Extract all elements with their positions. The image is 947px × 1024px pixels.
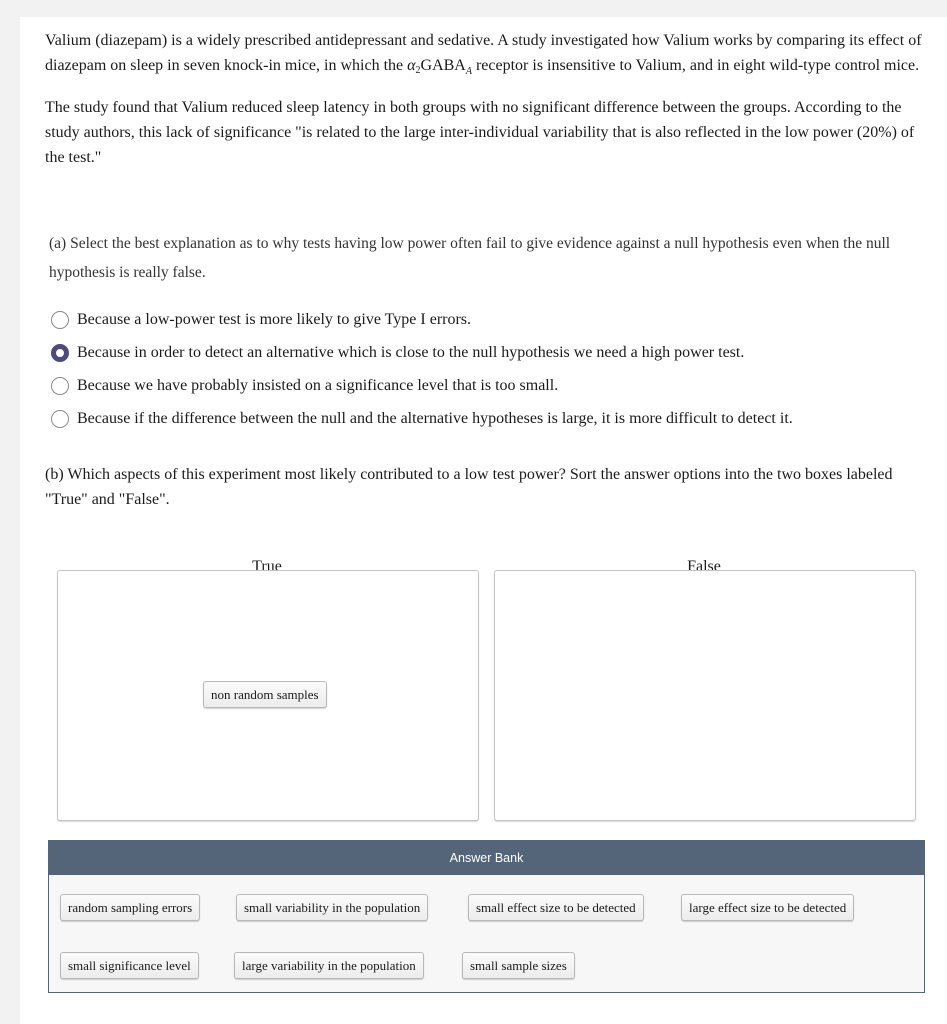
- gaba-text: GABA: [420, 57, 466, 74]
- answer-bank-header: Answer Bank: [49, 841, 924, 875]
- option-2[interactable]: Because in order to detect an alternativ…: [51, 336, 931, 369]
- answer-chip-large-effect-size[interactable]: large effect size to be detected: [681, 894, 855, 921]
- radio-button[interactable]: [51, 343, 69, 362]
- answer-chip-small-significance-level[interactable]: small significance level: [60, 952, 199, 979]
- option-3[interactable]: Because we have probably insisted on a s…: [51, 369, 931, 402]
- option-label: Because a low-power test is more likely …: [77, 310, 472, 328]
- radio-button[interactable]: [51, 310, 69, 329]
- part-a-options: Because a low-power test is more likely …: [51, 303, 931, 435]
- intro-paragraph-2: The study found that Valium reduced slee…: [45, 99, 915, 166]
- answer-chip-large-variability[interactable]: large variability in the population: [234, 952, 424, 979]
- radio-button[interactable]: [51, 409, 69, 428]
- answer-chip-non-random-samples[interactable]: non random samples: [203, 681, 327, 708]
- part-a-question: (a) Select the best explanation as to wh…: [49, 235, 891, 281]
- question-page: Valium (diazepam) is a widely prescribed…: [20, 17, 947, 1024]
- alpha-symbol: α: [407, 57, 416, 74]
- false-drop-zone[interactable]: [494, 570, 916, 821]
- intro-text-end: receptor is insensitive to Valium, and i…: [471, 57, 920, 74]
- answer-chip-small-variability[interactable]: small variability in the population: [236, 894, 429, 921]
- option-4[interactable]: Because if the difference between the nu…: [51, 402, 931, 435]
- option-label: Because in order to detect an alternativ…: [77, 343, 745, 361]
- answer-chip-small-effect-size[interactable]: small effect size to be detected: [468, 894, 644, 921]
- true-drop-zone[interactable]: non random samples: [57, 570, 479, 821]
- option-label: Because we have probably insisted on a s…: [77, 376, 559, 394]
- radio-button[interactable]: [51, 376, 69, 395]
- part-b-question: (b) Which aspects of this experiment mos…: [45, 466, 893, 508]
- option-label: Because if the difference between the nu…: [77, 409, 793, 427]
- answer-chip-random-sampling-errors[interactable]: random sampling errors: [60, 894, 201, 921]
- option-1[interactable]: Because a low-power test is more likely …: [51, 303, 931, 336]
- intro-paragraph-1: Valium (diazepam) is a widely prescribed…: [45, 28, 935, 84]
- answer-chip-small-sample-sizes[interactable]: small sample sizes: [462, 952, 575, 979]
- answer-bank[interactable]: Answer Bank random sampling errors small…: [48, 840, 925, 993]
- problem-intro: Valium (diazepam) is a widely prescribed…: [45, 28, 935, 181]
